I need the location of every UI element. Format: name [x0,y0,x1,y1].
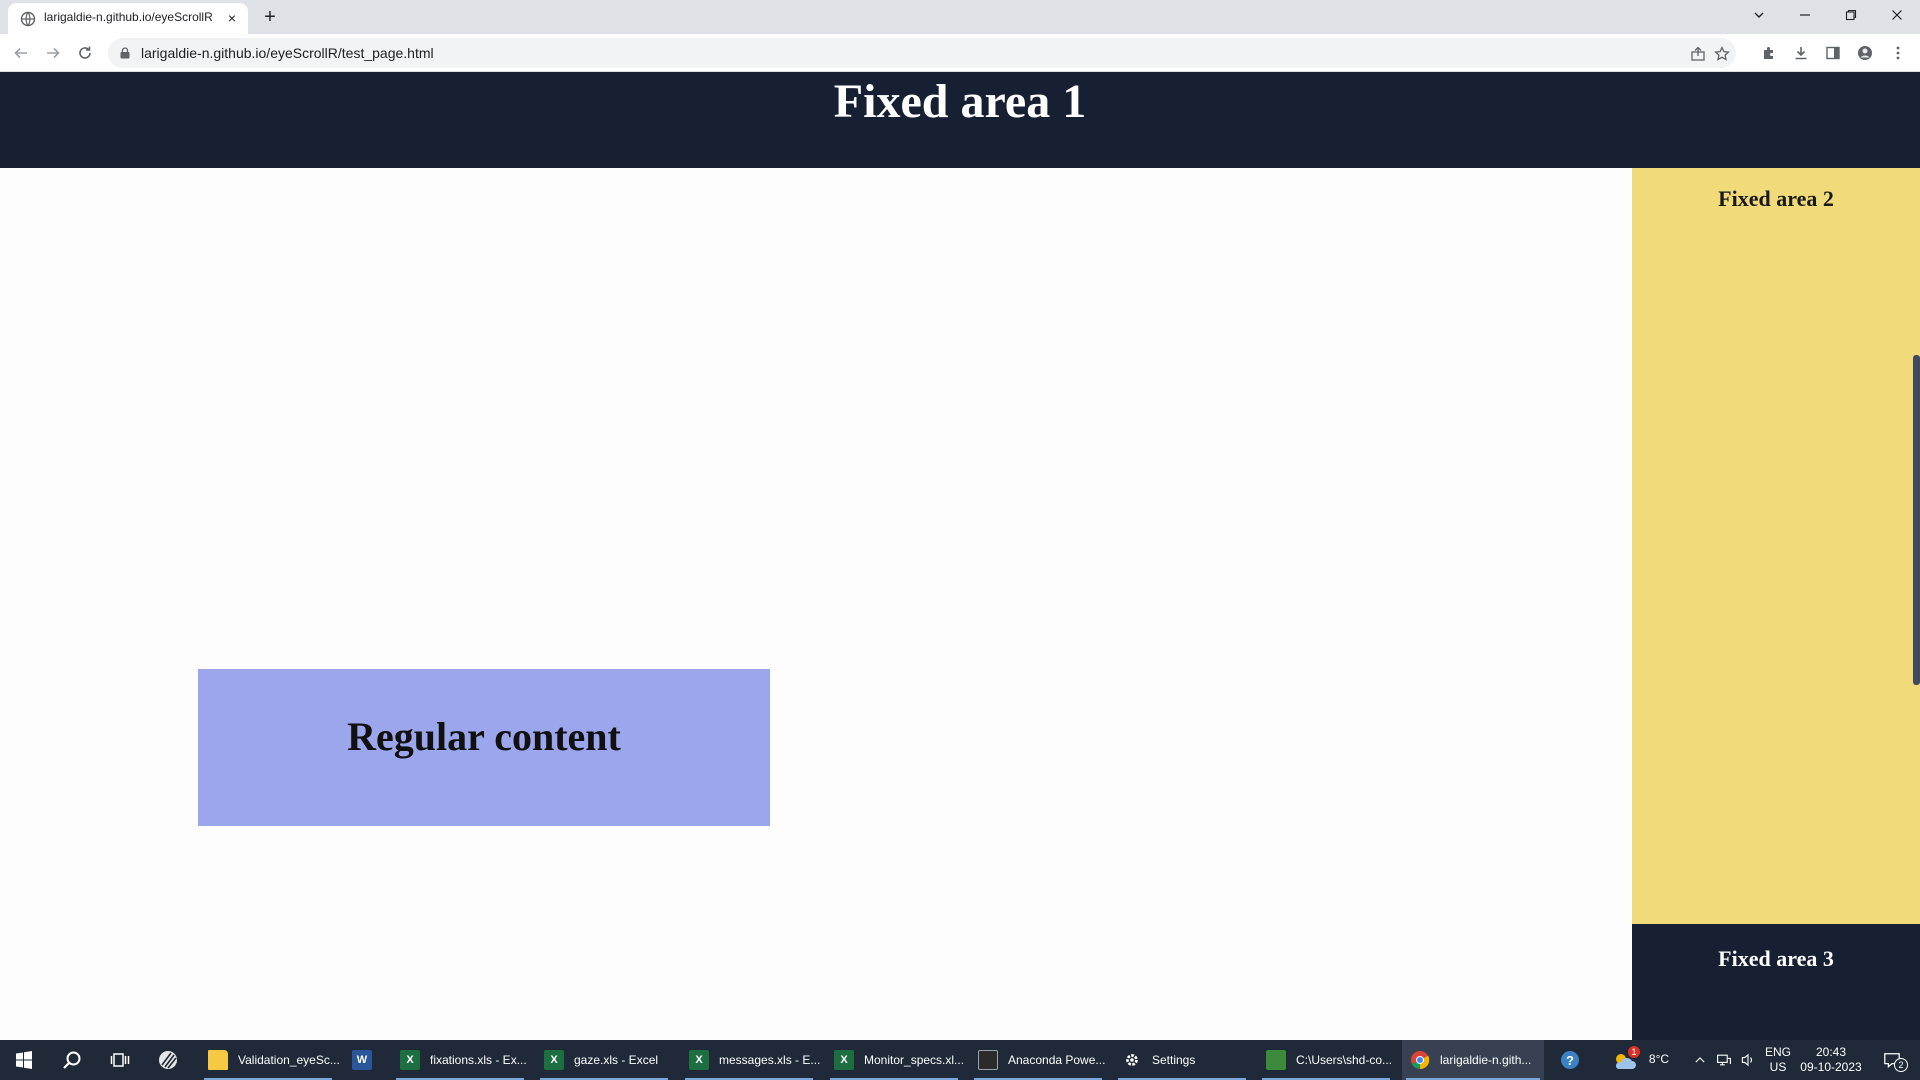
regular-content-box: Regular content [198,669,770,826]
taskbar-app-settings[interactable]: Settings [1114,1040,1250,1080]
taskbar-app-excel-monitor-specs[interactable]: X Monitor_specs.xl... [826,1040,964,1080]
taskbar-app-chrome[interactable]: larigaldie-n.gith... [1402,1040,1544,1080]
close-tab-icon[interactable]: × [223,9,241,27]
url-text: larigaldie-n.github.io/eyeScrollR/test_p… [141,45,434,61]
notepad-icon [1266,1050,1286,1070]
lock-icon [120,47,130,59]
taskbar: Validation_eyeSc... W X fixations.xls - … [0,1040,1920,1080]
page-viewport[interactable]: Fixed area 1 Regular content Fixed area … [0,72,1920,1040]
fixed-area-2: Fixed area 2 [1632,168,1920,924]
excel-icon: X [834,1050,854,1070]
forward-icon[interactable] [41,41,65,65]
app-hatched-icon[interactable] [144,1040,192,1080]
notification-count: 2 [1894,1058,1908,1072]
download-icon[interactable] [1789,41,1813,65]
tab-title: larigaldie-n.github.io/eyeScrollR [44,10,213,24]
svg-text:?: ? [1566,1053,1574,1068]
extensions-icon[interactable] [1757,41,1781,65]
browser-tab[interactable]: larigaldie-n.github.io/eyeScrollR × [8,3,248,34]
fixed-area-3-heading: Fixed area 3 [1718,946,1834,971]
restore-icon[interactable] [1828,0,1874,30]
address-bar[interactable]: larigaldie-n.github.io/eyeScrollR/test_p… [108,38,1736,68]
profile-avatar-icon[interactable] [1853,41,1877,65]
word-icon: W [352,1050,372,1070]
search-icon[interactable] [48,1040,96,1080]
help-icon[interactable]: ? [1546,1040,1594,1080]
bookmark-star-icon[interactable] [1712,44,1732,64]
clock-date: 09-10-2023 [1800,1060,1862,1074]
tab-strip: larigaldie-n.github.io/eyeScrollR × + [0,0,1920,34]
language-indicator[interactable]: ENG US [1762,1045,1794,1075]
regular-content-heading: Regular content [347,714,621,759]
gear-icon [1122,1050,1142,1070]
excel-icon: X [689,1050,709,1070]
close-window-icon[interactable] [1874,0,1920,30]
share-icon[interactable] [1688,44,1708,64]
taskbar-app-anaconda-powershell[interactable]: Anaconda Powe... [970,1040,1106,1080]
new-tab-button[interactable]: + [258,6,282,30]
weather-temperature: 8°C [1648,1052,1670,1066]
windows-start-icon[interactable] [0,1040,48,1080]
taskbar-app-excel-gaze[interactable]: X gaze.xls - Excel [536,1040,672,1080]
side-panel-icon[interactable] [1821,41,1845,65]
reload-icon[interactable] [73,41,97,65]
taskbar-app-word[interactable]: W [344,1040,388,1080]
fixed-area-3: Fixed area 3 [1632,924,1920,1040]
minimize-icon[interactable] [1782,0,1828,30]
excel-icon: X [400,1050,420,1070]
weather-badge: 1 [1628,1046,1640,1058]
folder-icon [208,1050,228,1070]
task-view-icon[interactable] [96,1040,144,1080]
tab-search-icon[interactable] [1736,0,1782,30]
volume-icon[interactable] [1736,1040,1760,1080]
globe-icon [20,11,36,27]
fixed-area-2-heading: Fixed area 2 [1718,186,1834,211]
notification-center-icon[interactable]: 2 [1870,1040,1914,1080]
scrollbar-thumb[interactable] [1913,355,1920,685]
excel-icon: X [544,1050,564,1070]
taskbar-app-explorer[interactable]: Validation_eyeSc... [200,1040,340,1080]
fixed-area-1-heading: Fixed area 1 [833,75,1087,128]
back-icon[interactable] [9,41,33,65]
clock[interactable]: 20:43 09-10-2023 [1796,1045,1866,1075]
fixed-area-1: Fixed area 1 [0,72,1920,168]
clock-time: 20:43 [1815,1045,1847,1059]
taskbar-app-excel-fixations[interactable]: X fixations.xls - Ex... [392,1040,528,1080]
chrome-icon [1410,1050,1430,1070]
taskbar-app-notepad[interactable]: C:\Users\shd-co... [1258,1040,1394,1080]
chevron-up-icon[interactable] [1688,1040,1712,1080]
browser-toolbar: larigaldie-n.github.io/eyeScrollR/test_p… [0,34,1920,72]
taskbar-app-excel-messages[interactable]: X messages.xls - E... [681,1040,820,1080]
network-icon[interactable] [1712,1040,1736,1080]
menu-kebab-icon[interactable] [1886,41,1910,65]
weather-cloud-icon[interactable]: 1 [1612,1046,1640,1072]
terminal-icon [978,1050,998,1070]
